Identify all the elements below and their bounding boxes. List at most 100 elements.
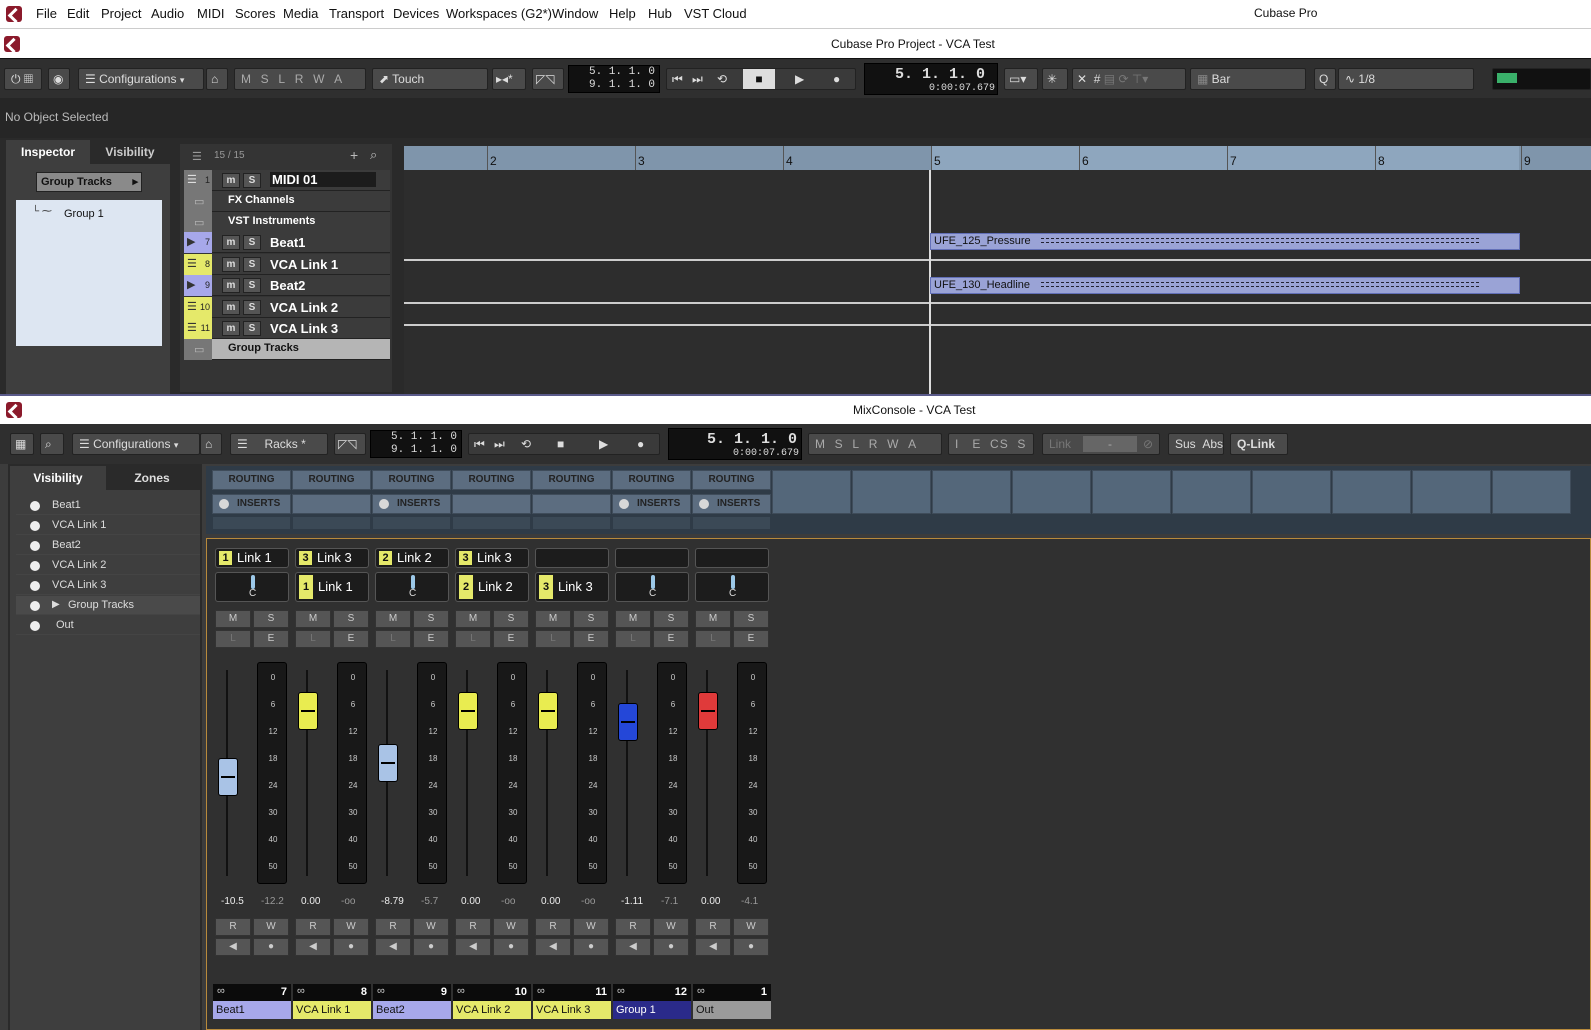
mute-button[interactable]: m <box>222 300 240 315</box>
volume-fader[interactable] <box>458 692 478 730</box>
read-automation-button[interactable]: R <box>615 918 651 936</box>
menu-media[interactable]: Media <box>283 6 318 21</box>
mute-button[interactable]: M <box>295 610 331 628</box>
cs-button[interactable]: CS <box>990 437 1009 451</box>
channel-name[interactable]: VCA Link 1 <box>293 1001 371 1019</box>
vca-assign-slot[interactable]: 1 Link 1 <box>215 548 289 568</box>
edit-button[interactable]: E <box>333 630 369 648</box>
grid-type-dropdown[interactable]: ▦ Bar <box>1190 68 1306 90</box>
listen-button[interactable]: L <box>295 630 331 648</box>
pan-control[interactable]: C <box>615 572 689 602</box>
inserts-rack[interactable] <box>452 494 531 514</box>
solo-all-button[interactable]: S <box>261 72 270 86</box>
marker-icon[interactable]: ▭▾ <box>1004 68 1038 90</box>
group-tracks-section[interactable]: Group Tracks ▸ <box>36 172 142 192</box>
monitor-icon[interactable]: ◀ <box>295 938 331 956</box>
edit-button[interactable]: E <box>733 630 769 648</box>
listen-button[interactable]: L <box>695 630 731 648</box>
write-automation-button[interactable]: W <box>573 918 609 936</box>
inserts-rack[interactable]: INSERTS <box>692 494 771 514</box>
visibility-item[interactable]: VCA Link 3 <box>16 576 200 595</box>
link-edit-icon[interactable]: ⊘ <box>1143 434 1153 454</box>
menu-file[interactable]: File <box>36 6 57 21</box>
menu-help[interactable]: Help <box>609 6 636 21</box>
mix-configurations-dropdown[interactable]: ☰ Configurations ▾ <box>72 433 200 455</box>
routing-rack[interactable]: ROUTING <box>692 470 771 490</box>
link-icon[interactable]: ∞ <box>617 985 625 997</box>
track-row[interactable]: 1 ☰ m S MIDI 01 <box>184 170 390 191</box>
mute-button[interactable]: M <box>535 610 571 628</box>
zoom-icon[interactable]: ⌕ <box>40 433 64 455</box>
channel-name[interactable]: Group 1 <box>613 1001 691 1019</box>
audio-event[interactable]: UFE_130_Headline <box>930 277 1520 294</box>
write-automation-button[interactable]: W <box>253 918 289 936</box>
menu-scores[interactable]: Scores <box>235 6 275 21</box>
menu-audio[interactable]: Audio <box>151 6 184 21</box>
listen-button[interactable]: L <box>455 630 491 648</box>
vca-assign-slot[interactable] <box>535 548 609 568</box>
quantize-icon[interactable]: Q <box>1314 68 1336 90</box>
inserts-rack[interactable] <box>292 494 371 514</box>
go-to-end-icon[interactable]: ⏭ <box>692 69 703 89</box>
expand-triangle-icon[interactable]: ▶ <box>52 599 60 610</box>
pan-knob[interactable] <box>731 575 735 589</box>
routing-rack[interactable]: ROUTING <box>452 470 531 490</box>
mute-button[interactable]: m <box>222 257 240 272</box>
record-enable-icon[interactable]: ● <box>573 938 609 956</box>
mute-button[interactable]: M <box>695 610 731 628</box>
monitor-icon[interactable]: ◀ <box>455 938 491 956</box>
volume-fader[interactable] <box>618 703 638 741</box>
play-icon[interactable]: ▶ <box>795 69 804 89</box>
constrain-delay-icon[interactable]: ◉ <box>48 68 70 90</box>
go-to-start-icon[interactable]: ⏮ <box>672 69 683 89</box>
record-icon[interactable]: ● <box>637 434 644 454</box>
pan-control[interactable]: 3 Link 3 <box>535 572 609 602</box>
play-icon[interactable]: ▶ <box>599 434 608 454</box>
insert-bypass-icon[interactable] <box>699 499 709 509</box>
solo-button[interactable]: S <box>253 610 289 628</box>
workspace-icon[interactable]: ⌂ <box>200 433 222 455</box>
volume-fader[interactable] <box>298 692 318 730</box>
quantize-preset-dropdown[interactable]: ∿ 1/8 <box>1338 68 1474 90</box>
solo-button[interactable]: S <box>733 610 769 628</box>
channel-name[interactable]: VCA Link 2 <box>453 1001 531 1019</box>
mute-button[interactable]: m <box>222 321 240 336</box>
time-display[interactable]: 5. 1. 1. 0 0:00:07.679 <box>864 63 998 95</box>
layout-icon[interactable]: ▦ <box>10 433 34 455</box>
track-row[interactable]: ▭ FX Channels <box>184 191 390 212</box>
read-all-button[interactable]: R <box>295 72 305 86</box>
record-enable-icon[interactable]: ● <box>493 938 529 956</box>
write-automation-button[interactable]: W <box>733 918 769 936</box>
solo-button[interactable]: S <box>243 321 261 336</box>
go-to-end-icon[interactable]: ⏭ <box>494 434 505 454</box>
tab-inspector[interactable]: Inspector <box>6 140 90 164</box>
pan-control[interactable]: C <box>215 572 289 602</box>
workspace-icon[interactable]: ⌂ <box>206 68 228 90</box>
track-name[interactable]: Beat1 <box>270 235 305 250</box>
menu-hub[interactable]: Hub <box>648 6 672 21</box>
track-name[interactable]: VCA Link 1 <box>270 257 338 272</box>
empty-rack[interactable] <box>452 516 531 530</box>
monitor-icon[interactable]: ◀ <box>695 938 731 956</box>
pan-knob[interactable] <box>411 575 415 589</box>
solo-button[interactable]: S <box>243 300 261 315</box>
track-row[interactable]: 8 ☰ m S VCA Link 1 <box>184 254 390 275</box>
channel-name[interactable]: VCA Link 3 <box>533 1001 611 1019</box>
locator-nav-icon[interactable]: ◸◹ <box>334 433 366 455</box>
cross-icon[interactable]: ✕ <box>1077 72 1087 86</box>
track-name[interactable]: MIDI 01 <box>270 172 376 187</box>
channel-name[interactable]: Beat1 <box>213 1001 291 1019</box>
visibility-item[interactable]: ▶ Group Tracks <box>16 596 200 615</box>
volume-fader[interactable] <box>378 744 398 782</box>
visibility-item[interactable]: Beat2 <box>16 536 200 555</box>
track-row[interactable]: 9 ▶ m S Beat2 <box>184 275 390 296</box>
solo-button[interactable]: S <box>413 610 449 628</box>
link-icon[interactable]: ∞ <box>217 985 225 997</box>
locator-display[interactable]: 5. 1. 1. 0 9. 1. 1. 0 <box>568 65 660 93</box>
tab-visibility[interactable]: Visibility <box>92 140 168 164</box>
link-icon[interactable]: ∞ <box>377 985 385 997</box>
automation-mode-dropdown[interactable]: ⬈ Touch <box>372 68 488 90</box>
link-icon[interactable]: ∞ <box>537 985 545 997</box>
mute-button[interactable]: m <box>222 235 240 250</box>
routing-rack[interactable]: ROUTING <box>372 470 451 490</box>
